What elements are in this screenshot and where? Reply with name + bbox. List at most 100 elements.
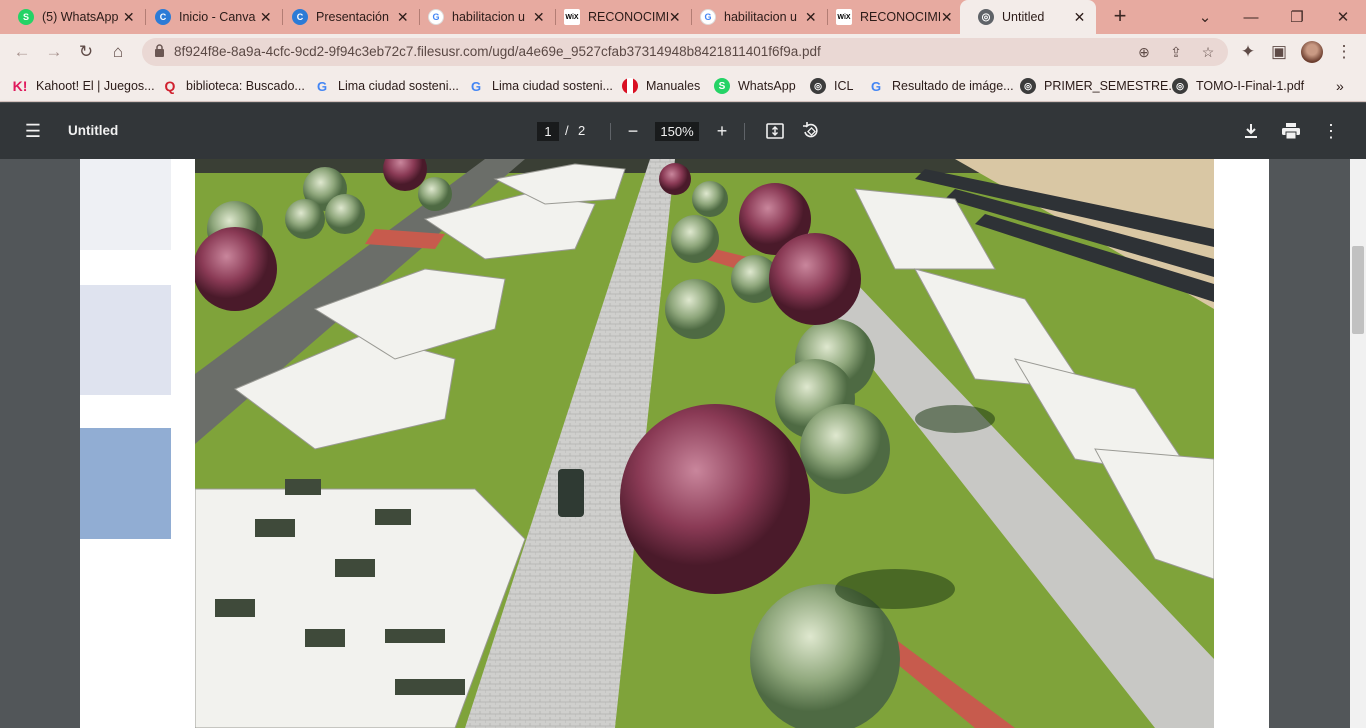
tab-title: Presentación bbox=[316, 10, 389, 24]
bookmarks-bar: K! Kahoot! El | Juegos... Qbiblioteca: Bu… bbox=[0, 70, 1366, 102]
bookmark-biblioteca[interactable]: Qbiblioteca: Buscado... bbox=[162, 77, 305, 95]
google-icon: G bbox=[316, 78, 328, 94]
close-window-button[interactable]: ✕ bbox=[1320, 0, 1366, 34]
close-icon[interactable]: ✕ bbox=[1073, 9, 1086, 26]
total-pages: 2 bbox=[578, 123, 586, 138]
url-text: 8f924f8e-8a9a-4cfc-9cd2-9f94c3eb72c7.fil… bbox=[174, 44, 821, 59]
bookmark-lima-1[interactable]: G Lima ciudad sosteni... bbox=[314, 77, 459, 95]
bookmark-label: Lima ciudad sosteni... bbox=[338, 79, 459, 93]
pdf-toolbar: ☰ Untitled 1 / 2 − 150% + ⋮ bbox=[0, 103, 1366, 159]
globe-icon: ◎ bbox=[1172, 78, 1188, 94]
share-icon[interactable]: ⇪ bbox=[1168, 44, 1184, 60]
close-icon[interactable]: ✕ bbox=[122, 9, 136, 26]
zoom-icon[interactable]: ⊕ bbox=[1136, 44, 1152, 60]
lock-icon bbox=[155, 44, 164, 57]
new-tab-button[interactable]: + bbox=[1108, 5, 1132, 29]
bookmark-whatsapp[interactable]: S WhatsApp bbox=[714, 77, 796, 95]
zoom-out-button[interactable]: − bbox=[622, 120, 644, 142]
tab-title: Inicio - Canva bbox=[179, 10, 256, 24]
canva-icon: C bbox=[155, 9, 171, 25]
vertical-scrollbar[interactable] bbox=[1350, 159, 1366, 728]
blue-block-1 bbox=[80, 159, 171, 250]
google-icon: G bbox=[700, 9, 716, 25]
library-icon: Q bbox=[164, 78, 176, 94]
restore-button[interactable]: ❐ bbox=[1274, 0, 1320, 34]
bookmark-label: ICL bbox=[834, 79, 854, 93]
bookmark-label: Lima ciudad sosteni... bbox=[492, 79, 613, 93]
blue-block-2 bbox=[80, 285, 171, 395]
tab-habilitacion-1[interactable]: G habilitacion u ✕ bbox=[410, 0, 556, 34]
back-button[interactable]: ← bbox=[8, 38, 36, 66]
google-icon: G bbox=[870, 78, 882, 94]
bookmark-label: Kahoot! El | Juegos... bbox=[36, 79, 155, 93]
home-button[interactable]: ⌂ bbox=[104, 38, 132, 66]
whatsapp-icon: S bbox=[714, 78, 730, 94]
canva-icon: C bbox=[292, 9, 308, 25]
peru-flag-icon bbox=[622, 78, 638, 94]
bookmark-icl[interactable]: ◎ ICL bbox=[810, 77, 853, 95]
zoom-input[interactable]: 150% bbox=[655, 122, 699, 141]
whatsapp-icon: S bbox=[18, 9, 34, 25]
tab-canva-inicio[interactable]: C Inicio - Canva ✕ bbox=[137, 0, 283, 34]
bookmark-star-icon[interactable]: ☆ bbox=[1200, 44, 1216, 60]
side-panel-icon[interactable]: ▣ bbox=[1265, 38, 1293, 66]
housing-rendering-image bbox=[195, 159, 1214, 728]
forward-button[interactable]: → bbox=[40, 38, 68, 66]
close-icon[interactable]: ✕ bbox=[259, 9, 273, 26]
kahoot-icon: K! bbox=[12, 78, 28, 94]
blue-block-3 bbox=[80, 428, 171, 539]
tab-reconocimiento-2[interactable]: WiX RECONOCIMI ✕ bbox=[818, 0, 964, 34]
sidebar-menu-icon[interactable]: ☰ bbox=[22, 120, 44, 142]
profile-avatar[interactable] bbox=[1298, 38, 1326, 66]
close-icon[interactable]: ✕ bbox=[532, 9, 546, 26]
tab-title: (5) WhatsApp bbox=[42, 10, 119, 24]
extensions-icon[interactable]: ✦ bbox=[1234, 38, 1262, 66]
close-icon[interactable]: ✕ bbox=[396, 9, 410, 26]
bookmark-resultado[interactable]: G Resultado de imáge... bbox=[868, 77, 1014, 95]
close-icon[interactable]: ✕ bbox=[804, 9, 818, 26]
divider bbox=[610, 123, 611, 140]
address-toolbar: ← → ↻ ⌂ 8f924f8e-8a9a-4cfc-9cd2-9f94c3eb… bbox=[0, 34, 1366, 70]
globe-icon: ◎ bbox=[810, 78, 826, 94]
close-icon[interactable]: ✕ bbox=[668, 9, 682, 26]
bookmark-label: Manuales bbox=[646, 79, 701, 93]
more-options-icon[interactable]: ⋮ bbox=[1320, 120, 1342, 142]
download-button[interactable] bbox=[1240, 120, 1262, 142]
page-number-input[interactable]: 1 bbox=[537, 122, 559, 141]
page-separator: / bbox=[565, 123, 569, 138]
fit-page-button[interactable] bbox=[764, 120, 786, 142]
more-bookmarks-icon[interactable]: » bbox=[1336, 77, 1344, 95]
browser-menu-icon[interactable]: ⋮ bbox=[1330, 38, 1358, 66]
tab-habilitacion-2[interactable]: G habilitacion u ✕ bbox=[682, 0, 828, 34]
bookmark-label: biblioteca: Buscado... bbox=[186, 79, 305, 93]
rotate-icon bbox=[803, 122, 818, 138]
tab-reconocimiento-1[interactable]: WiX RECONOCIMI ✕ bbox=[546, 0, 692, 34]
tab-search-icon[interactable]: ⌄ bbox=[1182, 0, 1228, 34]
bookmark-lima-2[interactable]: G Lima ciudad sosteni... bbox=[468, 77, 613, 95]
close-icon[interactable]: ✕ bbox=[940, 9, 954, 26]
wix-icon: WiX bbox=[564, 9, 580, 25]
tab-untitled[interactable]: ◎ Untitled ✕ bbox=[960, 0, 1096, 34]
address-bar[interactable]: 8f924f8e-8a9a-4cfc-9cd2-9f94c3eb72c7.fil… bbox=[142, 38, 1228, 66]
bookmark-label: PRIMER_SEMESTRE... bbox=[1044, 79, 1179, 93]
scrollbar-thumb[interactable] bbox=[1352, 246, 1364, 334]
tab-presentacion[interactable]: C Presentación ✕ bbox=[274, 0, 420, 34]
bookmark-label: TOMO-I-Final-1.pdf bbox=[1196, 79, 1305, 93]
wix-icon: WiX bbox=[836, 9, 852, 25]
bookmark-manuales[interactable]: Manuales bbox=[622, 77, 700, 95]
zoom-in-button[interactable]: + bbox=[711, 120, 733, 142]
tab-whatsapp[interactable]: S (5) WhatsApp ✕ bbox=[0, 0, 146, 34]
fit-page-icon bbox=[766, 123, 784, 139]
minimize-button[interactable]: — bbox=[1228, 0, 1274, 34]
tab-title: RECONOCIMI bbox=[860, 10, 940, 24]
print-button[interactable] bbox=[1280, 120, 1302, 142]
bookmark-tomo[interactable]: ◎ TOMO-I-Final-1.pdf bbox=[1172, 77, 1304, 95]
google-icon: G bbox=[470, 78, 482, 94]
rotate-button[interactable] bbox=[800, 120, 822, 142]
reload-button[interactable]: ↻ bbox=[72, 38, 100, 66]
bookmark-kahoot[interactable]: K! Kahoot! El | Juegos... bbox=[12, 77, 155, 95]
bookmark-label: Resultado de imáge... bbox=[892, 79, 1014, 93]
tab-strip: S (5) WhatsApp ✕ C Inicio - Canva ✕ C Pr… bbox=[0, 0, 1366, 34]
globe-icon: ◎ bbox=[978, 9, 994, 25]
bookmark-primer-semestre[interactable]: ◎ PRIMER_SEMESTRE... bbox=[1020, 77, 1179, 95]
